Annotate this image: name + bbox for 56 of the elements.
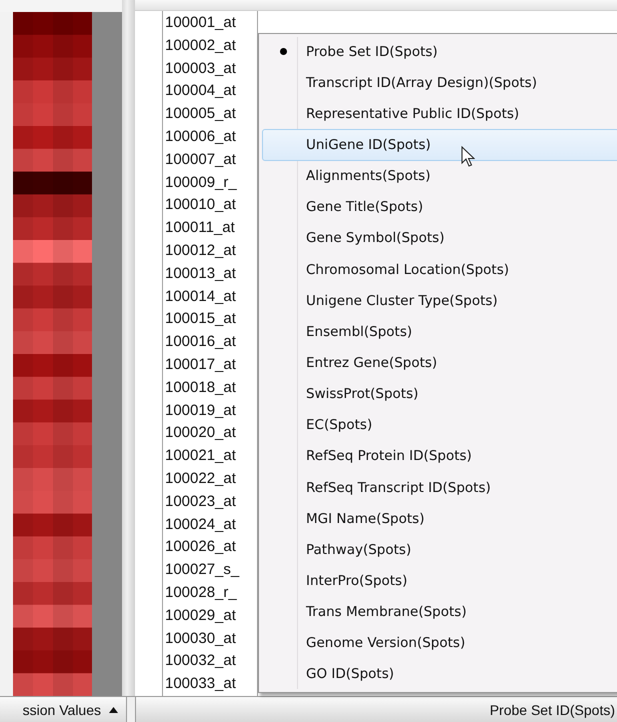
probe-id-cell-text: 100006_at: [164, 126, 237, 147]
menu-item[interactable]: Gene Symbol(Spots): [262, 222, 617, 254]
probe-id-cell-text: 100012_at: [164, 240, 237, 261]
probe-id-cell-text: 100026_at: [164, 537, 237, 558]
menu-item[interactable]: Chromosomal Location(Spots): [262, 254, 617, 286]
menu-item[interactable]: Trans Membrane(Spots): [262, 596, 617, 628]
probe-id-cell-text: 100017_at: [164, 354, 237, 375]
probe-id-cell-text: 100020_at: [164, 423, 237, 444]
probe-id-cell-text: 100021_at: [164, 446, 237, 466]
menu-item[interactable]: Genome Version(Spots): [262, 628, 617, 659]
probe-id-cell-text: 100030_at: [164, 628, 237, 649]
menu-item[interactable]: Alignments(Spots): [262, 160, 617, 192]
menu-item[interactable]: InterPro(Spots): [262, 565, 617, 597]
probe-id-cell-text: 100015_at: [164, 309, 237, 330]
menu-item[interactable]: SwissProt(Spots): [262, 378, 617, 410]
probe-id-cell-text: 100029_at: [164, 606, 237, 626]
mouse-pointer-icon: [461, 146, 475, 168]
menu-item[interactable]: Unigene Cluster Type(Spots): [262, 285, 617, 316]
probe-id-cell-text: 100013_at: [164, 264, 237, 284]
menu-item[interactable]: GO ID(Spots): [262, 658, 617, 690]
splitter-bar[interactable]: [122, 0, 135, 696]
probe-id-cell-text: 100019_at: [164, 400, 237, 421]
probe-id-cell-text: 100009_r_: [164, 172, 238, 193]
menu-item[interactable]: Transcript ID(Array Design)(Spots): [262, 67, 617, 98]
probe-id-cell-text: 100004_at: [164, 81, 237, 102]
probe-id-cell-text: 100022_at: [164, 468, 237, 489]
probe-id-cell-text: 100010_at: [164, 195, 237, 216]
column-header-bar[interactable]: Probe Set ID(Spots): [135, 697, 617, 722]
probe-id-cell-text: 100024_at: [164, 514, 237, 535]
probe-id-cell-text: 100016_at: [164, 332, 237, 352]
menu-item[interactable]: Probe Set ID(Spots): [262, 36, 617, 68]
menu-item[interactable]: RefSeq Protein ID(Spots): [262, 440, 617, 472]
probe-id-cell-text: 100027_s_: [164, 560, 240, 580]
menu-item[interactable]: Gene Title(Spots): [262, 192, 617, 223]
menu-item[interactable]: Pathway(Spots): [262, 534, 617, 566]
probe-id-cell-text: 100011_at: [164, 218, 236, 238]
sort-up-icon: [109, 706, 118, 712]
probe-id-cell-text: 100028_r_: [164, 582, 238, 603]
menu-item[interactable]: RefSeq Transcript ID(Spots): [262, 472, 617, 504]
probe-id-cell-text: 100005_at: [164, 104, 237, 124]
probe-id-cell-text: 100033_at: [164, 674, 237, 694]
menu-item[interactable]: Ensembl(Spots): [262, 316, 617, 348]
probe-id-cell-text: 100023_at: [164, 492, 237, 512]
probe-id-cell-text: 100018_at: [164, 378, 237, 398]
probe-id-cell-text: 100007_at: [164, 150, 237, 170]
probe-id-cell-text: 100014_at: [164, 286, 237, 307]
probe-id-cell-text: 100003_at: [164, 58, 237, 79]
probe-id-cell-text: 100001_at: [164, 13, 237, 33]
menu-item[interactable]: MGI Name(Spots): [262, 503, 617, 534]
probe-id-cell-text: 100032_at: [164, 651, 237, 672]
menu-item[interactable]: Entrez Gene(Spots): [262, 347, 617, 379]
column-header-button[interactable]: ssion Values: [0, 697, 127, 722]
menu-item[interactable]: Representative Public ID(Spots): [262, 98, 617, 130]
menu-item[interactable]: EC(Spots): [262, 410, 617, 441]
menu-item[interactable]: UniGene ID(Spots): [262, 129, 617, 161]
probe-id-cell-text: 100002_at: [164, 36, 237, 56]
